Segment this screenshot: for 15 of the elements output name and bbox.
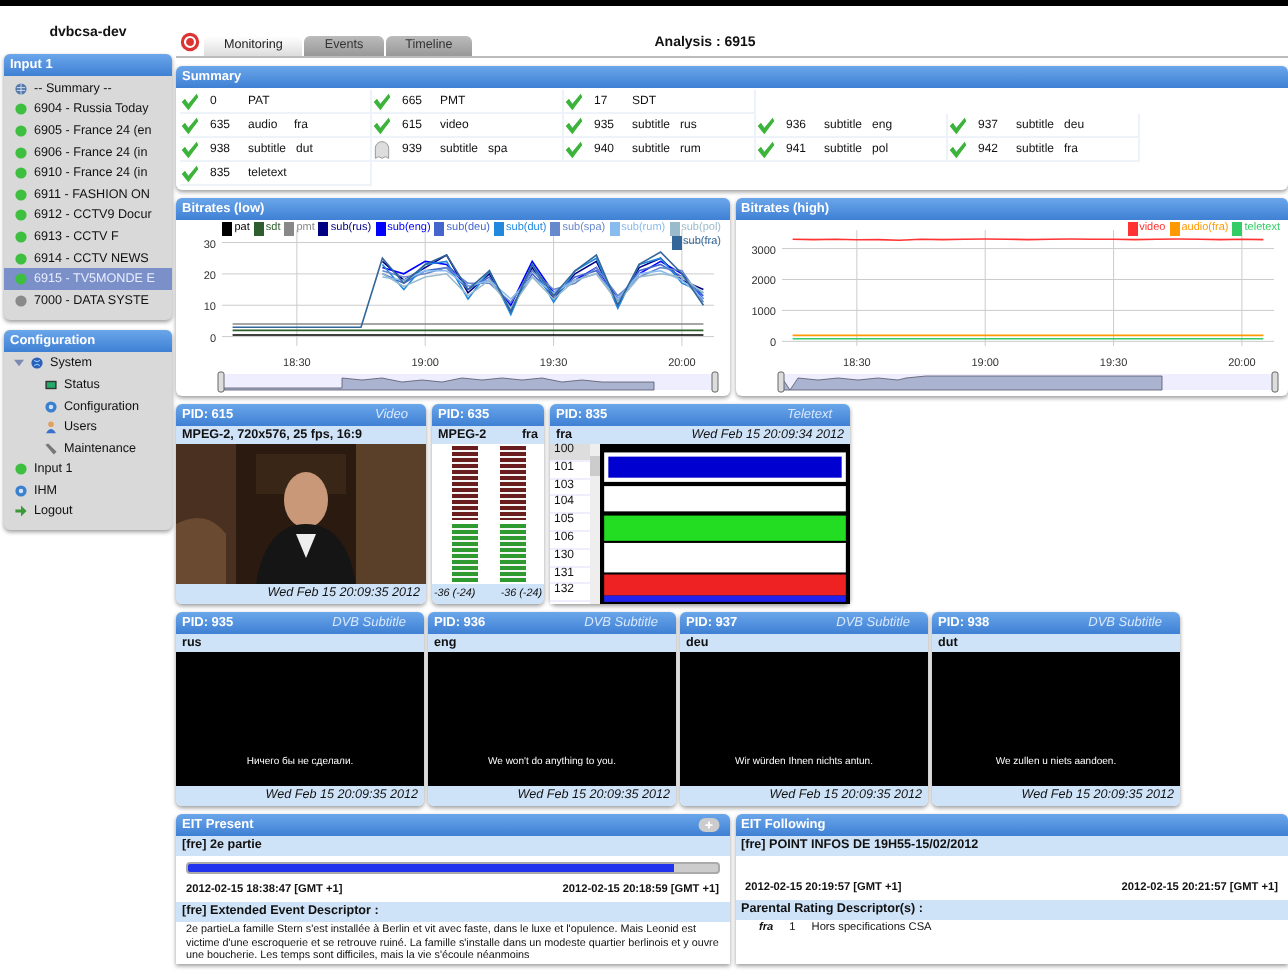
monitor-icon (44, 377, 58, 392)
close-icon[interactable] (180, 32, 200, 52)
wrench-icon (44, 441, 58, 456)
status-dot-icon (14, 462, 28, 477)
expand-arrow-icon[interactable] (14, 358, 24, 369)
scrollbar[interactable] (590, 444, 600, 604)
audio-level-meter (499, 446, 525, 582)
audio-level-meter (451, 446, 477, 582)
logout-arrow-icon (14, 504, 28, 519)
globe-icon (30, 356, 44, 371)
user-icon (44, 420, 58, 435)
add-icon[interactable] (697, 818, 719, 832)
gear-icon (14, 483, 28, 498)
globe-icon (14, 81, 28, 96)
gear-icon (44, 399, 58, 414)
